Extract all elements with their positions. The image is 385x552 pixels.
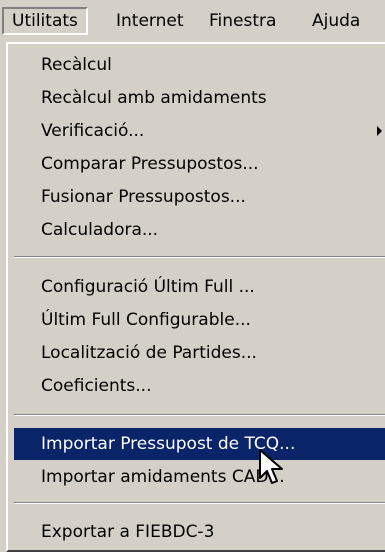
- menu-bar: Utilitats Internet Finestra Ajuda: [0, 0, 385, 42]
- menu-item-fusionar-pressupostos[interactable]: Fusionar Pressupostos...: [14, 181, 385, 213]
- menu-item-importar-pressupost-tcq[interactable]: Importar Pressupost de TCQ...: [14, 428, 385, 460]
- menu-item-label: Importar amidaments CAD...: [41, 467, 285, 487]
- menu-item-label: Verificació...: [41, 121, 145, 141]
- menu-internet-label: Internet: [116, 11, 184, 31]
- menu-item-calculadora[interactable]: Calculadora...: [14, 214, 385, 246]
- utilitats-dropdown-menu: Recàlcul Recàlcul amb amidaments Verific…: [6, 42, 385, 552]
- menu-ajuda-label: Ajuda: [312, 11, 361, 31]
- menu-item-label: Últim Full Configurable...: [41, 310, 251, 330]
- menu-item-coeficients[interactable]: Coeficients...: [14, 370, 385, 402]
- menu-internet[interactable]: Internet: [108, 7, 192, 35]
- menu-item-exportar-fiebdc3[interactable]: Exportar a FIEBDC-3: [14, 516, 385, 548]
- menu-item-configuracio-ultim-full[interactable]: Configuració Últim Full ...: [14, 271, 385, 303]
- menu-item-recalcul-amb-amidaments[interactable]: Recàlcul amb amidaments: [14, 82, 385, 114]
- menu-item-importar-amidaments-cad[interactable]: Importar amidaments CAD...: [14, 461, 385, 493]
- menu-item-ultim-full-configurable[interactable]: Últim Full Configurable...: [14, 304, 385, 336]
- menu-separator: [14, 502, 385, 504]
- menu-item-comparar-pressupostos[interactable]: Comparar Pressupostos...: [14, 148, 385, 180]
- menu-utilitats-label: Utilitats: [12, 11, 78, 31]
- menu-item-label: Exportar a FIEBDC-3: [41, 522, 215, 542]
- menu-item-verificacio[interactable]: Verificació...: [14, 115, 385, 147]
- menu-ajuda[interactable]: Ajuda: [304, 7, 368, 35]
- menu-item-label: Fusionar Pressupostos...: [41, 187, 246, 207]
- menu-separator: [14, 414, 385, 416]
- menu-item-localitzacio-de-partides[interactable]: Localització de Partides...: [14, 337, 385, 369]
- menu-item-label: Configuració Últim Full ...: [41, 277, 255, 297]
- menu-finestra[interactable]: Finestra: [201, 7, 284, 35]
- menu-finestra-label: Finestra: [209, 11, 277, 31]
- menu-item-label: Localització de Partides...: [41, 343, 257, 363]
- menu-item-recalcul[interactable]: Recàlcul: [14, 49, 385, 81]
- menu-item-label: Comparar Pressupostos...: [41, 154, 259, 174]
- submenu-arrow-icon: [377, 126, 382, 136]
- mouse-pointer-icon: [259, 449, 283, 484]
- menu-item-label: Coeficients...: [41, 376, 152, 396]
- menu-item-label: Recàlcul amb amidaments: [41, 88, 267, 108]
- menu-utilitats[interactable]: Utilitats: [2, 7, 88, 35]
- menu-separator: [14, 256, 385, 258]
- menu-item-label: Calculadora...: [41, 220, 159, 240]
- menu-item-label: Recàlcul: [41, 55, 112, 75]
